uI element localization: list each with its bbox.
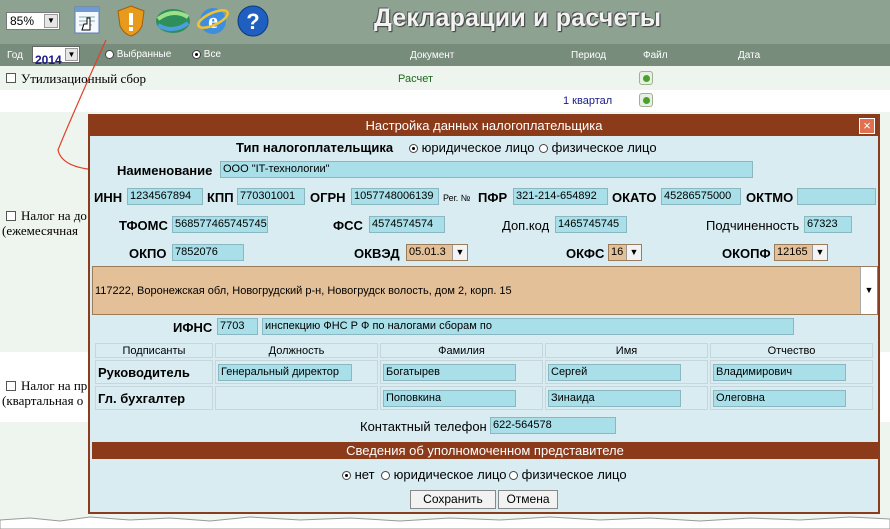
accountant-lastname-field[interactable]: Поповкина (383, 389, 516, 407)
radio-person-icon[interactable] (509, 471, 518, 481)
signers-table: Подписанты Должность Фамилия Имя Отчеств… (93, 341, 875, 412)
podch-label: Подчиненность (706, 218, 800, 233)
taxpayer-type-person[interactable]: физическое лицо (539, 140, 657, 155)
okved-value: 05.01.3 (409, 246, 446, 258)
okopf-value: 12165 (777, 246, 808, 258)
okpo-field[interactable]: 7852076 (172, 244, 244, 261)
pfr-field[interactable]: 321-214-654892 (513, 188, 608, 205)
chevron-down-icon: ▼ (860, 267, 877, 314)
podch-field[interactable]: 67323 (804, 216, 852, 233)
okfs-value: 16 (611, 246, 624, 258)
address-select[interactable]: 117222, Воронежская обл, Новогрудский р-… (92, 266, 878, 315)
inn-field[interactable]: 1234567894 (127, 188, 203, 205)
dopkod-label: Доп.код (502, 218, 550, 233)
signer-role: Руководитель (95, 360, 213, 384)
representative-section-title: Сведения об уполномоченном представителе (92, 442, 878, 459)
director-middlename-field[interactable]: Владимирович (713, 363, 846, 381)
tfoms-label: ТФОМС (119, 218, 168, 233)
torn-edge (0, 516, 890, 529)
okved-select[interactable]: 05.01.3 ▼ (406, 244, 468, 261)
signer-row-director: Руководитель Генеральный директор Богаты… (95, 360, 873, 384)
name-field[interactable]: ООО "IT-технологии" (220, 161, 753, 178)
signers-header-position: Должность (215, 343, 378, 358)
accountant-firstname-field[interactable]: Зинаида (548, 389, 681, 407)
taxpayer-type-label: Тип налогоплательщика (236, 140, 394, 155)
phone-label: Контактный телефон (360, 419, 487, 434)
taxpayer-settings-dialog: Настройка данных налогоплательщика × Тип… (88, 114, 880, 514)
okato-label: ОКАТО (612, 190, 657, 205)
phone-field[interactable]: 622-564578 (490, 417, 616, 434)
repr-person-option[interactable]: физическое лицо (509, 467, 627, 482)
ogrn-label: ОГРН (310, 190, 346, 205)
kpp-label: КПП (207, 190, 234, 205)
radio-person-icon[interactable] (539, 144, 548, 154)
close-button[interactable]: × (859, 118, 875, 134)
reg-number-label: Рег. № (443, 193, 471, 203)
name-label: Наименование (117, 163, 213, 178)
signers-header-signer: Подписанты (95, 343, 213, 358)
signers-header-firstname: Имя (545, 343, 708, 358)
director-lastname-field[interactable]: Богатырев (383, 363, 516, 381)
accountant-position-cell (215, 386, 378, 410)
okpo-label: ОКПО (129, 246, 167, 261)
dialog-title-bar: Настройка данных налогоплательщика × (90, 116, 878, 136)
okved-label: ОКВЭД (354, 246, 400, 261)
signer-role: Гл. бухгалтер (95, 386, 213, 410)
ifns-code-field[interactable]: 7703 (217, 318, 258, 335)
dopkod-field[interactable]: 1465745745 (555, 216, 627, 233)
close-icon: × (863, 118, 871, 133)
chevron-down-icon: ▼ (812, 245, 827, 260)
kpp-field[interactable]: 770301001 (237, 188, 305, 205)
tfoms-field[interactable]: 568577465745745 (172, 216, 268, 233)
radio-none-icon[interactable] (342, 471, 351, 481)
accountant-middlename-field[interactable]: Олеговна (713, 389, 846, 407)
okfs-label: ОКФС (566, 246, 605, 261)
save-button[interactable]: Сохранить (410, 490, 496, 509)
oktmo-field[interactable] (797, 188, 876, 205)
director-position-field[interactable]: Генеральный директор (218, 363, 352, 381)
oktmo-label: ОКТМО (746, 190, 794, 205)
fss-field[interactable]: 4574574574 (369, 216, 445, 233)
signers-header-lastname: Фамилия (380, 343, 543, 358)
okato-field[interactable]: 45286575000 (661, 188, 741, 205)
fss-label: ФСС (333, 218, 363, 233)
pfr-label: ПФР (478, 190, 508, 205)
inn-label: ИНН (94, 190, 123, 205)
okfs-select[interactable]: 16 ▼ (608, 244, 642, 261)
signer-row-accountant: Гл. бухгалтер Поповкина Зинаида Олеговна (95, 386, 873, 410)
cancel-button[interactable]: Отмена (498, 490, 558, 509)
chevron-down-icon: ▼ (626, 245, 641, 260)
chevron-down-icon: ▼ (452, 245, 467, 260)
okopf-label: ОКОПФ (722, 246, 771, 261)
okopf-select[interactable]: 12165 ▼ (774, 244, 828, 261)
address-value: 117222, Воронежская обл, Новогрудский р-… (95, 285, 512, 297)
radio-legal-icon[interactable] (409, 144, 418, 154)
ogrn-field[interactable]: 1057748006139 (351, 188, 439, 205)
taxpayer-type-legal[interactable]: юридическое лицо (409, 140, 535, 155)
signers-header-middlename: Отчество (710, 343, 873, 358)
ifns-name-field[interactable]: инспекцию ФНС Р Ф по налогами сборам по (262, 318, 794, 335)
repr-legal-option[interactable]: юридическое лицо (381, 467, 507, 482)
radio-legal-icon[interactable] (381, 471, 390, 481)
repr-none-option[interactable]: нет (342, 467, 375, 482)
ifns-label: ИФНС (173, 320, 213, 335)
director-firstname-field[interactable]: Сергей (548, 363, 681, 381)
dialog-title: Настройка данных налогоплательщика (365, 118, 603, 133)
